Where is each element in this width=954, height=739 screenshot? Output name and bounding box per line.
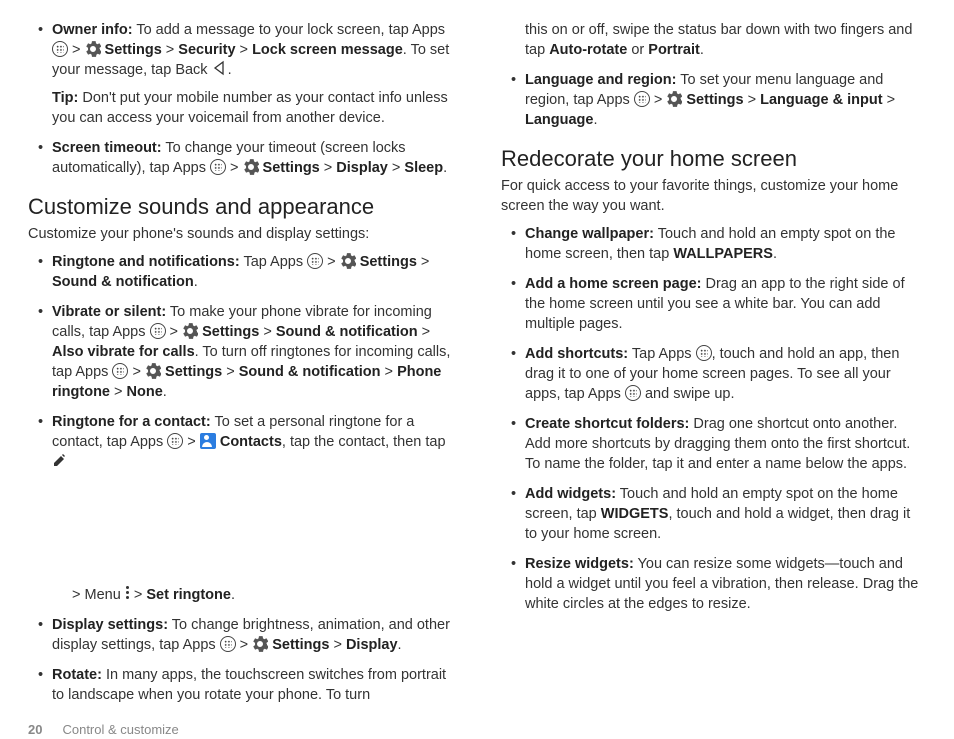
gear-icon: [182, 323, 198, 339]
gear-icon: [666, 91, 682, 107]
language-item: Language and region: To set your menu la…: [515, 70, 926, 130]
rotate-item: Rotate: In many apps, the touchscreen sw…: [42, 665, 453, 705]
apps-icon: [112, 363, 128, 379]
gear-icon: [252, 636, 268, 652]
apps-icon: [150, 323, 166, 339]
gear-icon: [243, 159, 259, 175]
back-icon: [212, 60, 228, 76]
gear-icon: [85, 41, 101, 57]
widgets-item: Add widgets: Touch and hold an empty spo…: [515, 484, 926, 544]
resize-widgets-item: Resize widgets: You can resize some widg…: [515, 554, 926, 614]
contacts-icon: [200, 433, 216, 449]
owner-info-tip: Tip: Don't put your mobile number as you…: [52, 88, 453, 128]
customize-sounds-intro: Customize your phone's sounds and displa…: [28, 224, 453, 244]
redecorate-intro: For quick access to your favorite things…: [501, 176, 926, 216]
menu-icon: [125, 585, 130, 601]
gear-icon: [145, 363, 161, 379]
apps-icon: [625, 385, 641, 401]
apps-icon: [696, 345, 712, 361]
display-settings-item: Display settings: To change brightness, …: [42, 615, 453, 655]
right-column: this on or off, swipe the status bar dow…: [501, 20, 926, 715]
add-page-item: Add a home screen page: Drag an app to t…: [515, 274, 926, 334]
ringtone-item: Ringtone and notifications: Tap Apps > S…: [42, 252, 453, 292]
page-columns: Owner info: To add a message to your loc…: [28, 20, 926, 715]
redecorate-heading: Redecorate your home screen: [501, 144, 926, 174]
gear-icon: [340, 253, 356, 269]
left-column: Owner info: To add a message to your loc…: [28, 20, 453, 715]
customize-sounds-heading: Customize sounds and appearance: [28, 192, 453, 222]
screen-timeout-item: Screen timeout: To change your timeout (…: [42, 138, 453, 178]
owner-info-label: Owner info:: [52, 22, 133, 38]
apps-icon: [220, 636, 236, 652]
apps-icon: [307, 253, 323, 269]
apps-icon: [210, 159, 226, 175]
apps-icon: [52, 41, 68, 57]
section-title: Control & customize: [62, 721, 178, 739]
shortcuts-item: Add shortcuts: Tap Apps , touch and hold…: [515, 344, 926, 404]
owner-info-item: Owner info: To add a message to your loc…: [42, 20, 453, 128]
contact-ringtone-item: Ringtone for a contact: To set a persona…: [42, 412, 453, 605]
rotate-continuation: this on or off, swipe the status bar dow…: [501, 20, 926, 60]
page-footer: 20 Control & customize: [28, 721, 926, 739]
wallpaper-item: Change wallpaper: Touch and hold an empt…: [515, 224, 926, 264]
pencil-icon: [52, 452, 68, 468]
apps-icon: [634, 91, 650, 107]
vibrate-item: Vibrate or silent: To make your phone vi…: [42, 302, 453, 402]
folders-item: Create shortcut folders: Drag one shortc…: [515, 414, 926, 474]
page-number: 20: [28, 721, 42, 739]
apps-icon: [167, 433, 183, 449]
